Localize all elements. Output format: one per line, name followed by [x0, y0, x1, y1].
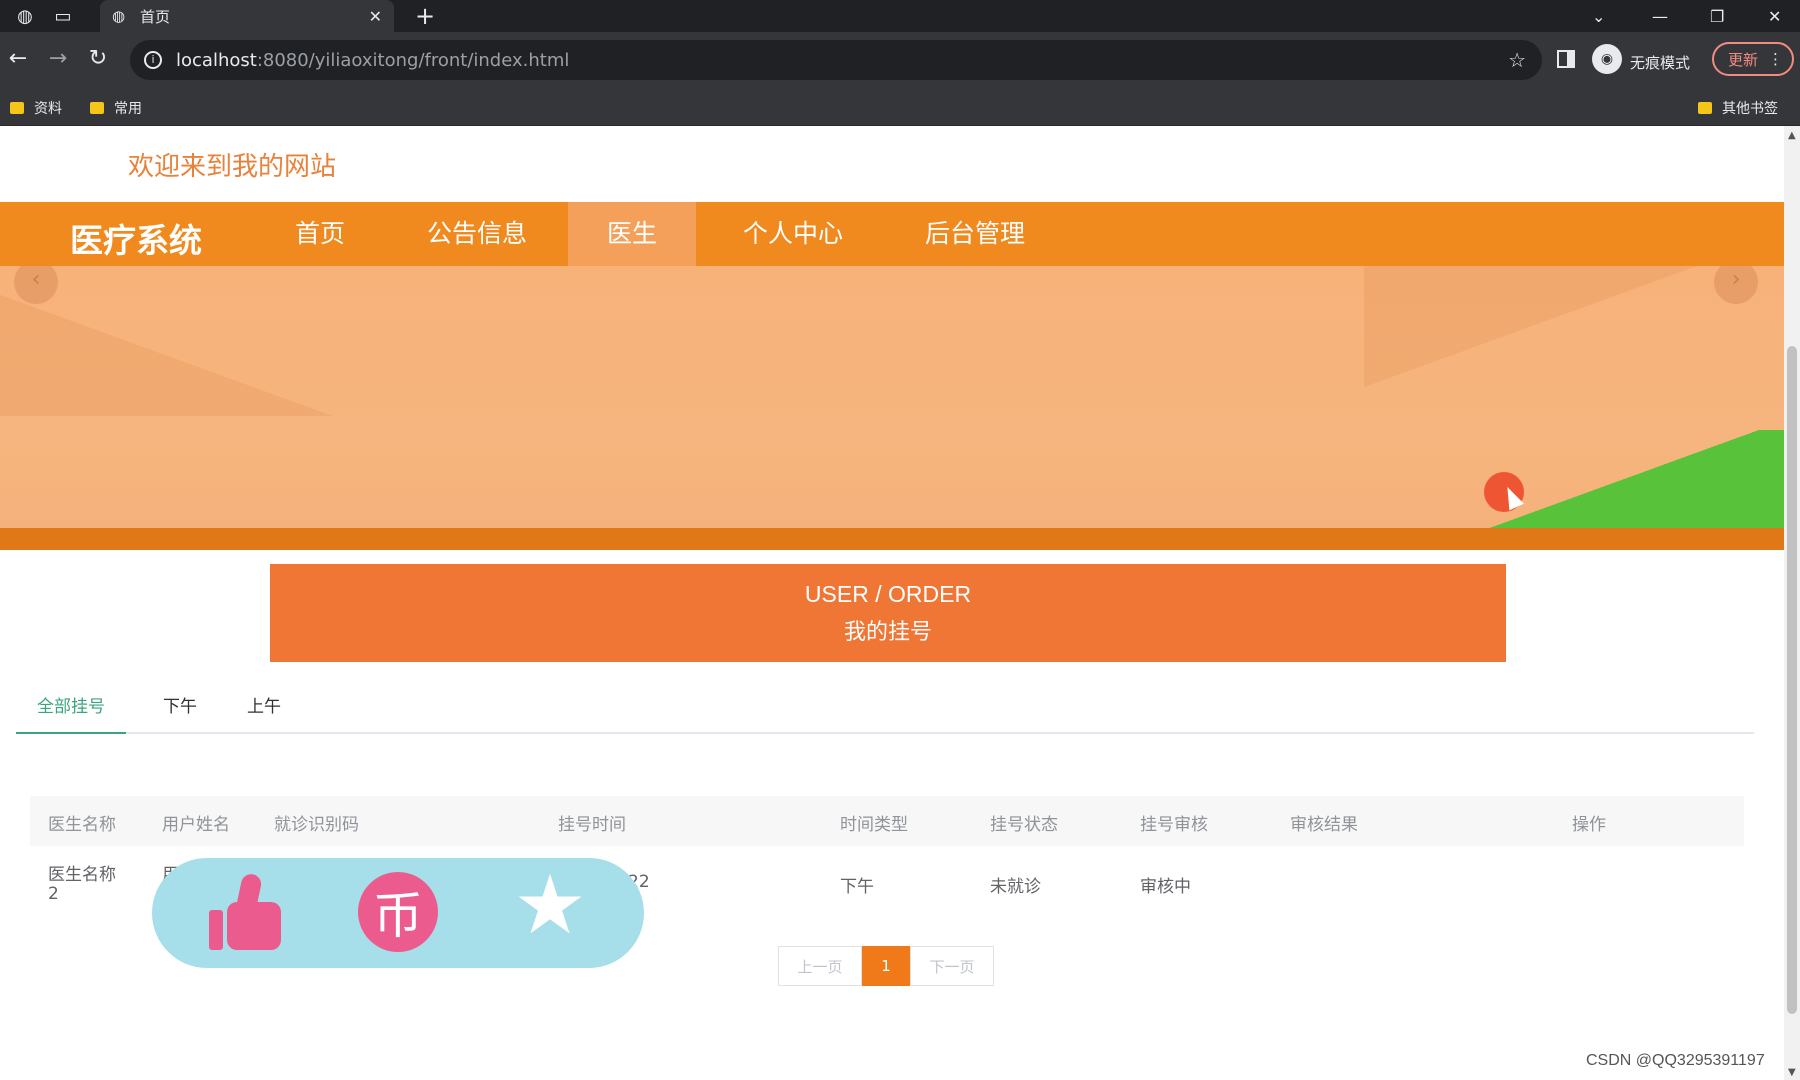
carousel-banner: ‹ › — [0, 266, 1784, 550]
section-title-en: USER / ORDER — [804, 580, 972, 607]
cell-review: 审核中 — [1140, 877, 1191, 897]
new-tab-icon[interactable]: + — [415, 2, 435, 30]
section-title-zh: 我的挂号 — [843, 619, 932, 645]
cell-time-type: 下午 — [840, 877, 874, 897]
browser-tab-active[interactable]: ◍ 首页 ✕ — [100, 0, 394, 32]
bookmark-star-icon[interactable]: ☆ — [1508, 48, 1526, 72]
bookmark-label: 常用 — [114, 101, 142, 117]
url-path: :8080/yiliaoxitong/front/index.html — [256, 49, 570, 71]
close-window-icon[interactable]: ✕ — [1768, 0, 1781, 32]
nav-doctor[interactable]: 医生 — [568, 202, 696, 266]
nav-notices[interactable]: 公告信息 — [410, 202, 544, 266]
scrollbar-thumb[interactable] — [1787, 346, 1797, 1014]
col-user-name: 用户姓名 — [162, 815, 230, 835]
tab-all[interactable]: 全部挂号 — [16, 682, 126, 734]
incognito-icon[interactable]: ◉ — [1592, 44, 1622, 74]
side-panel-icon[interactable] — [1557, 50, 1575, 68]
site-brand[interactable]: 医疗系统 — [70, 214, 202, 262]
browser-tab-bar: ◍ ▭ ◍ 首页 ✕ + ⌄ — ❐ ✕ — [0, 0, 1800, 32]
folder-icon — [90, 102, 104, 114]
col-doctor-name: 医生名称 — [48, 815, 116, 835]
nav-user-center[interactable]: 个人中心 — [726, 202, 860, 266]
scroll-down-icon[interactable]: ▼ — [1788, 1067, 1796, 1078]
star-icon[interactable]: ★ — [510, 865, 590, 947]
site-info-icon[interactable]: i — [144, 51, 162, 69]
cell-doctor-name: 医生名称 — [48, 865, 116, 885]
bookmarks-bar: 资料 常用 其他书签 — [0, 88, 1800, 126]
address-bar: ← → ↻ i localhost :8080/yiliaoxitong/fro… — [0, 32, 1800, 88]
filter-tabs: 全部挂号 下午 上午 — [16, 682, 1754, 734]
update-label: 更新 — [1728, 50, 1759, 69]
back-icon[interactable]: ← — [4, 46, 32, 71]
next-page-button[interactable]: 下一页 — [910, 946, 994, 986]
more-menu-icon[interactable]: ⋮ — [1768, 50, 1783, 68]
section-header: USER / ORDER 我的挂号 — [270, 564, 1506, 662]
other-bookmarks[interactable]: 其他书签 — [1698, 98, 1778, 118]
reload-icon[interactable]: ↻ — [84, 46, 112, 71]
reaction-overlay: 币 ★ — [152, 858, 644, 968]
folder-icon — [10, 102, 24, 114]
bookmark-folder-ziliao[interactable]: 资料 — [10, 98, 62, 118]
welcome-text: 欢迎来到我的网站 — [128, 152, 337, 182]
coin-icon[interactable]: 币 — [358, 872, 438, 952]
globe-icon: ◍ — [112, 7, 126, 25]
bookmark-folder-changyong[interactable]: 常用 — [90, 98, 142, 118]
col-result: 审核结果 — [1290, 815, 1358, 835]
tab-search-icon[interactable]: ⌄ — [1592, 0, 1605, 32]
url-host: localhost — [176, 49, 257, 71]
minimize-icon[interactable]: — — [1652, 0, 1668, 32]
col-status: 挂号状态 — [990, 815, 1058, 835]
tab-title: 首页 — [140, 7, 171, 26]
scroll-up-icon[interactable]: ▲ — [1788, 130, 1796, 141]
col-action: 操作 — [1572, 815, 1606, 835]
tab-afternoon[interactable]: 下午 — [140, 682, 220, 734]
col-review: 挂号审核 — [1140, 815, 1208, 835]
col-time: 挂号时间 — [558, 815, 626, 835]
folder-icon — [1698, 102, 1712, 114]
col-time-type: 时间类型 — [840, 815, 908, 835]
chrome-menu-icon[interactable]: ◍ — [12, 3, 38, 29]
pagination: 上一页 1 下一页 — [778, 946, 994, 986]
prev-page-button[interactable]: 上一页 — [778, 946, 862, 986]
nav-home[interactable]: 首页 — [270, 202, 370, 266]
close-tab-icon[interactable]: ✕ — [369, 7, 382, 26]
bookmark-label: 资料 — [34, 101, 62, 117]
incognito-label: 无痕模式 — [1630, 54, 1691, 72]
nav-admin[interactable]: 后台管理 — [908, 202, 1042, 266]
banner-decoration — [0, 266, 420, 416]
forward-icon[interactable]: → — [44, 46, 72, 71]
main-navbar: 医疗系统 首页 公告信息 医生 个人中心 后台管理 — [0, 202, 1784, 266]
table-header-row: 医生名称 用户姓名 就诊识别码 挂号时间 时间类型 挂号状态 挂号审核 审核结果… — [30, 796, 1744, 846]
update-button[interactable]: 更新 ⋮ — [1712, 42, 1794, 76]
col-code: 就诊识别码 — [274, 815, 359, 835]
cell-doctor-name-2: 2 — [48, 884, 59, 904]
thumbs-up-icon[interactable] — [206, 872, 286, 952]
banner-band — [0, 528, 1784, 550]
window-icon[interactable]: ▭ — [50, 3, 76, 29]
watermark: CSDN @QQ3295391197 — [1586, 1052, 1765, 1069]
restore-icon[interactable]: ❐ — [1710, 0, 1724, 32]
tab-morning[interactable]: 上午 — [224, 682, 304, 734]
page-1-button[interactable]: 1 — [862, 946, 910, 986]
page-scrollbar[interactable]: ▲ ▼ — [1784, 126, 1800, 1080]
other-bookmarks-label: 其他书签 — [1722, 101, 1778, 117]
url-input[interactable]: i localhost :8080/yiliaoxitong/front/ind… — [130, 40, 1542, 80]
web-page: 欢迎来到我的网站 医疗系统 首页 公告信息 医生 个人中心 后台管理 ‹ › U… — [0, 126, 1784, 1080]
cell-status: 未就诊 — [990, 877, 1041, 897]
